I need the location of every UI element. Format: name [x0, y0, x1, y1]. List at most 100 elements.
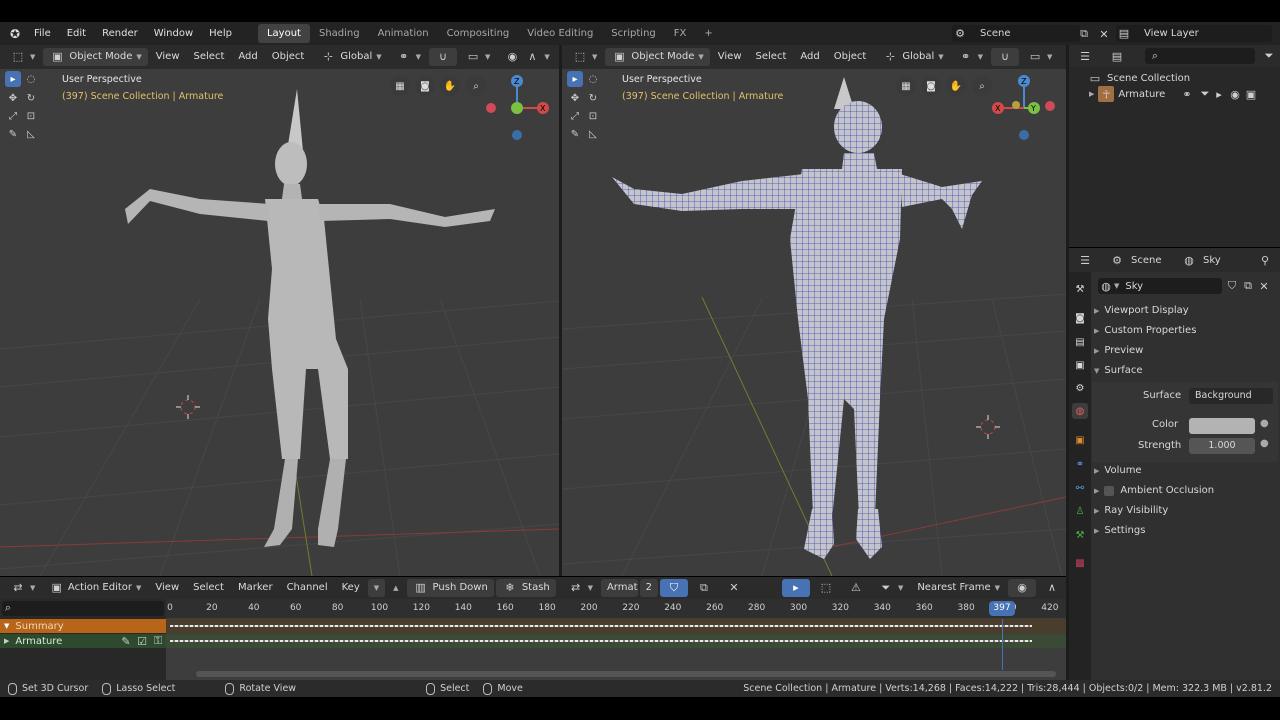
render-tab-icon[interactable]: ◙: [1072, 310, 1088, 326]
menu-render[interactable]: Render: [94, 22, 146, 45]
transform-orientation-dropdown-right[interactable]: ⊹ Global ▼: [876, 48, 949, 66]
strength-socket-icon[interactable]: ●: [1260, 438, 1269, 449]
section-volume[interactable]: ▶ Volume: [1094, 465, 1142, 476]
section-viewport-display[interactable]: ▶ Viewport Display: [1094, 305, 1189, 316]
tab-layout[interactable]: Layout: [257, 24, 310, 43]
new-action-button[interactable]: ⧉: [690, 579, 718, 597]
only-selected-button[interactable]: ▸: [781, 579, 810, 597]
physics-tab-icon[interactable]: ♙: [1072, 503, 1088, 519]
wrench-icon[interactable]: ✎: [118, 633, 134, 649]
pin-icon[interactable]: ⚲: [1257, 252, 1273, 268]
navigation-gizmo-left[interactable]: Z X: [482, 71, 554, 143]
snap-mode-dropdown[interactable]: Nearest Frame ▼: [911, 579, 1006, 597]
expand-icon[interactable]: ▶: [1089, 90, 1094, 98]
current-frame-indicator[interactable]: 397: [989, 601, 1015, 616]
zoom-icon[interactable]: ⌕: [972, 76, 992, 96]
scene-selector[interactable]: ⚙ Scene: [952, 25, 1080, 42]
checkbox-icon[interactable]: ☑: [134, 633, 150, 649]
section-custom-properties[interactable]: ▶ Custom Properties: [1094, 325, 1196, 336]
menu-select-right[interactable]: Select: [750, 48, 793, 66]
timeline-menu-select[interactable]: Select: [187, 579, 230, 597]
outliner-root-row[interactable]: ▭ Scene Collection: [1087, 70, 1190, 86]
render-icon[interactable]: ▣: [1243, 86, 1259, 102]
transform-tool-icon[interactable]: ⊡: [585, 108, 601, 124]
cursor-tool-icon[interactable]: ◌: [23, 71, 39, 87]
duplicate-icon[interactable]: ⧉: [1240, 278, 1256, 294]
camera-icon[interactable]: ◙: [415, 76, 435, 96]
tab-fx[interactable]: FX: [665, 24, 696, 43]
tab-animation[interactable]: Animation: [369, 24, 438, 43]
ao-checkbox[interactable]: [1104, 485, 1115, 496]
context-scene-label[interactable]: Scene: [1131, 255, 1162, 266]
editor-type-button-dopesheet[interactable]: ⇄ ▼: [4, 579, 41, 597]
eye-icon[interactable]: ◉: [1227, 86, 1243, 102]
action-name-field[interactable]: Armature|mixamo...: [600, 579, 638, 597]
world-tab-icon[interactable]: ◍: [1072, 403, 1088, 419]
color-socket-icon[interactable]: ●: [1260, 418, 1269, 429]
action-browse-button[interactable]: ⇄ ▼: [562, 579, 599, 597]
scene-tab-icon[interactable]: ⚙: [1072, 380, 1088, 396]
add-workspace-button[interactable]: +: [695, 24, 721, 43]
tab-shading[interactable]: Shading: [310, 24, 369, 43]
selectable-icon[interactable]: ▸: [1211, 86, 1227, 102]
transform-tool-icon[interactable]: ⊡: [23, 108, 39, 124]
output-tab-icon[interactable]: ▤: [1072, 334, 1088, 350]
stash-button[interactable]: ❄ Stash: [495, 579, 556, 597]
object-mode-dropdown-right[interactable]: ▣ Object Mode ▼: [605, 48, 710, 66]
channel-search-input[interactable]: ⌕: [2, 601, 164, 616]
select-tool-icon[interactable]: ▸: [5, 71, 21, 87]
menu-window[interactable]: Window: [146, 22, 201, 45]
timeline-menu-key[interactable]: Key: [336, 579, 366, 597]
filter-icon[interactable]: ⏷: [1261, 48, 1277, 64]
object-tab-icon[interactable]: ▣: [1072, 432, 1088, 448]
falloff-timeline-button[interactable]: ∧: [1038, 579, 1066, 597]
section-settings[interactable]: ▶ Settings: [1094, 525, 1145, 536]
snap-target-button[interactable]: ▭ ▼: [459, 48, 496, 66]
pivot-button[interactable]: ⚭ ▼: [390, 48, 427, 66]
measure-tool-icon[interactable]: ◺: [23, 126, 39, 142]
lock-icon[interactable]: ⚿: [150, 633, 166, 649]
grid-view-icon[interactable]: ▦: [390, 76, 410, 96]
strength-field[interactable]: 1.000: [1189, 438, 1255, 454]
menu-add-right[interactable]: Add: [794, 48, 825, 66]
menu-add[interactable]: Add: [232, 48, 263, 66]
action-users-count[interactable]: 2: [639, 579, 658, 597]
constraint-tab-icon[interactable]: ⚯: [1072, 480, 1088, 496]
keyframe-type-button[interactable]: ▲: [387, 579, 404, 597]
menu-object[interactable]: Object: [266, 48, 311, 66]
timeline-menu-channel[interactable]: Channel: [281, 579, 334, 597]
snap-button-right[interactable]: ∪: [991, 48, 1020, 66]
snap-button[interactable]: ∪: [429, 48, 458, 66]
outliner-editor-icon[interactable]: ☰: [1077, 48, 1093, 64]
hand-pan-icon[interactable]: ✋: [946, 76, 966, 96]
view-layer-tab-icon[interactable]: ▣: [1072, 357, 1088, 373]
horizontal-scrollbar[interactable]: [196, 671, 1056, 677]
cursor-tool-icon[interactable]: ◌: [585, 71, 601, 87]
proportional-timeline-button[interactable]: ◉: [1008, 579, 1036, 597]
delete-scene-icon[interactable]: ✕: [1096, 26, 1112, 42]
fake-user-button[interactable]: ⛉: [659, 579, 688, 597]
tab-video-editing[interactable]: Video Editing: [518, 24, 602, 43]
grid-view-icon[interactable]: ▦: [896, 76, 916, 96]
unlink-icon[interactable]: ✕: [1256, 278, 1272, 294]
properties-editor-icon[interactable]: ☰: [1077, 252, 1093, 268]
section-ambient-occlusion[interactable]: ▶ Ambient Occlusion: [1094, 485, 1214, 496]
new-scene-icon[interactable]: ⧉: [1076, 26, 1092, 42]
menu-select[interactable]: Select: [188, 48, 231, 66]
action-editor-mode-dropdown[interactable]: ▣ Action Editor ▼: [43, 579, 147, 597]
modifier-tab-icon[interactable]: ⚭: [1072, 456, 1088, 472]
world-selector[interactable]: ◍ ▼ Sky: [1098, 278, 1222, 294]
channel-armature[interactable]: ▶ Armature ✎ ☑ ⚿: [0, 634, 166, 648]
push-down-button[interactable]: ▥ Push Down: [406, 579, 494, 597]
rotate-tool-icon[interactable]: ↻: [585, 90, 601, 106]
editor-type-button[interactable]: ⬚ ▼: [4, 48, 41, 66]
filter-button[interactable]: ⏷ ▼: [872, 579, 909, 597]
transform-orientation-dropdown[interactable]: ⊹ Global ▼: [314, 48, 387, 66]
unlink-action-button[interactable]: ✕: [720, 579, 748, 597]
tab-scripting[interactable]: Scripting: [602, 24, 664, 43]
move-tool-icon[interactable]: ✥: [567, 90, 583, 106]
outliner-armature-row[interactable]: ▶ ☥ Armature: [1089, 86, 1165, 102]
menu-help[interactable]: Help: [201, 22, 240, 45]
camera-icon[interactable]: ◙: [921, 76, 941, 96]
pivot-button-right[interactable]: ⚭ ▼: [952, 48, 989, 66]
